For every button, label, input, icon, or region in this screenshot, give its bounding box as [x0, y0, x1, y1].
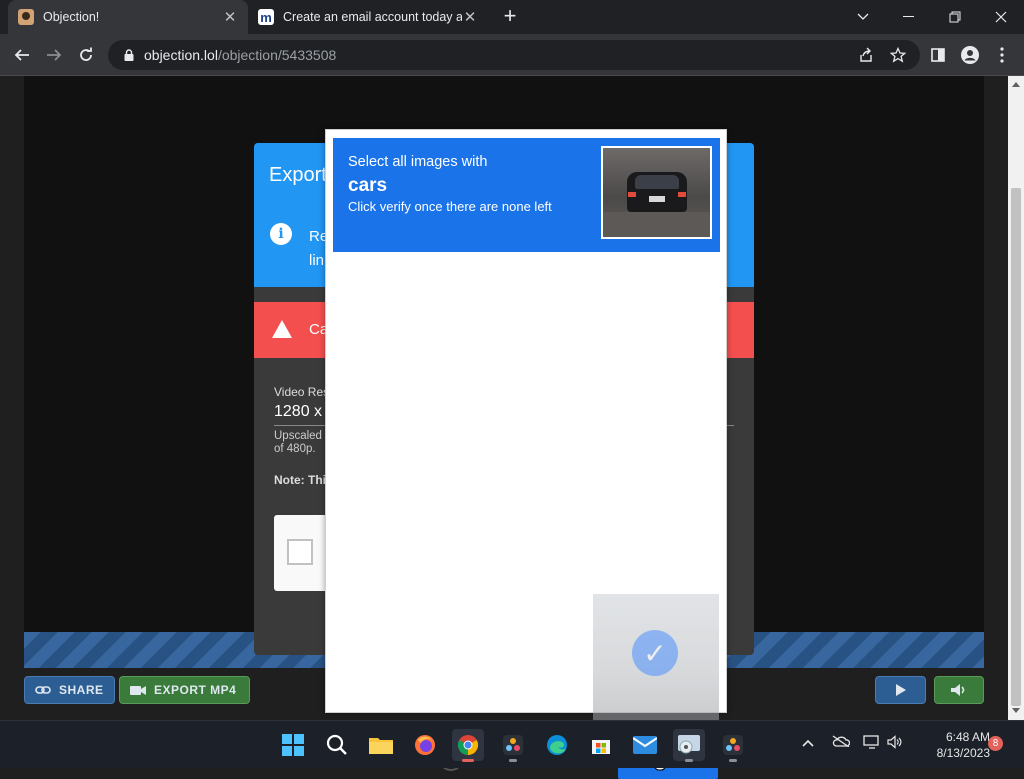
microsoft-store-icon[interactable]: [585, 729, 617, 761]
browser-menu-icon[interactable]: [988, 41, 1016, 69]
running-app-indicator: [509, 759, 517, 762]
restore-button[interactable]: [932, 0, 978, 34]
page-scrollbar[interactable]: [1008, 76, 1024, 720]
minimize-button[interactable]: [886, 0, 932, 34]
export-note: Note: Thi: [274, 473, 326, 487]
share-label: SHARE: [59, 683, 104, 697]
play-icon: [895, 684, 906, 696]
page-content: SHARE EXPORT MP4 Export i Re lin r Ca Vi…: [0, 76, 1008, 779]
tab-objection[interactable]: Objection! ✕: [8, 0, 248, 34]
url-path: /objection/5433508: [217, 47, 337, 63]
windows-start-icon[interactable]: [277, 729, 309, 761]
share-button[interactable]: SHARE: [24, 676, 115, 704]
firefox-icon[interactable]: [409, 729, 441, 761]
captcha-sample-image: [601, 146, 712, 239]
scrollbar-thumb[interactable]: [1011, 188, 1021, 706]
export-mp4-button[interactable]: EXPORT MP4: [119, 676, 250, 704]
tab-search-chevron-icon[interactable]: [840, 0, 886, 34]
tab-title: Objection!: [43, 10, 100, 24]
sample-car-light: [678, 192, 686, 197]
volume-icon[interactable]: [887, 735, 903, 752]
volume-button[interactable]: [934, 676, 984, 704]
url-host: objection.lol: [144, 47, 218, 63]
davinci-resolve-2-icon[interactable]: [717, 729, 749, 762]
search-icon[interactable]: [321, 729, 353, 761]
scroll-up-arrow-icon[interactable]: [1012, 82, 1020, 87]
share-page-icon[interactable]: [852, 41, 880, 69]
profile-avatar-icon[interactable]: [956, 41, 984, 69]
speaker-icon: [951, 684, 965, 696]
new-tab-button[interactable]: +: [498, 5, 522, 29]
recaptcha-checkbox[interactable]: [287, 539, 313, 565]
tab-email-account[interactable]: m Create an email account today at ✕: [248, 0, 488, 34]
mail-icon[interactable]: [629, 729, 661, 761]
sample-car-light: [628, 192, 636, 197]
running-app-indicator: [729, 759, 737, 762]
captcha-target: cars: [348, 175, 388, 196]
tray-overflow-chevron-icon[interactable]: [802, 735, 814, 750]
info-icon: i: [270, 223, 292, 245]
chrome-icon[interactable]: [452, 729, 484, 762]
close-window-button[interactable]: [978, 0, 1024, 34]
captcha-subinstruction: Click verify once there are none left: [348, 199, 552, 214]
back-button[interactable]: [8, 41, 36, 69]
davinci-resolve-icon[interactable]: [497, 729, 529, 762]
resolution-label: Video Res: [274, 385, 330, 399]
objection-favicon-icon: [18, 9, 34, 25]
onedrive-offline-icon[interactable]: [832, 735, 851, 750]
sample-car-window: [635, 175, 679, 189]
captcha-challenge: Select all images with cars Click verify…: [325, 129, 727, 779]
bookmark-star-icon[interactable]: [884, 41, 912, 69]
export-label: EXPORT MP4: [154, 683, 237, 697]
clock-date: 8/13/2023: [936, 746, 990, 760]
address-bar[interactable]: objection.lol/objection/5433508: [108, 40, 920, 70]
warning-icon: [272, 320, 292, 338]
windows-taskbar: 6:48 AM 8/13/2023: [0, 720, 1024, 768]
scroll-down-arrow-icon[interactable]: [1012, 708, 1020, 713]
network-icon[interactable]: [863, 735, 881, 752]
tab-close-icon[interactable]: ✕: [462, 8, 478, 26]
active-app-indicator: [462, 759, 474, 762]
media-app-icon[interactable]: [673, 729, 705, 762]
tab-title: Create an email account today at: [283, 10, 462, 24]
video-camera-icon: [130, 685, 146, 695]
resolution-select[interactable]: 1280 x: [274, 403, 322, 421]
checkmark-icon: ✓: [632, 630, 678, 676]
taskbar-clock[interactable]: 6:48 AM 8/13/2023: [916, 729, 990, 761]
link-icon: [35, 686, 51, 694]
browser-tab-bar: Objection! ✕ m Create an email account t…: [0, 0, 1024, 34]
notification-badge[interactable]: 8: [988, 736, 1003, 751]
captcha-header: Select all images with cars Click verify…: [333, 138, 720, 252]
sample-car-plate: [649, 196, 665, 202]
tab-close-icon[interactable]: ✕: [222, 8, 238, 26]
play-button[interactable]: [875, 676, 926, 704]
mail-favicon-icon: m: [258, 9, 274, 25]
browser-toolbar: objection.lol/objection/5433508: [0, 34, 1024, 76]
export-modal-title: Export: [269, 164, 327, 186]
edge-icon[interactable]: [541, 729, 573, 761]
running-app-indicator: [685, 759, 693, 762]
reload-button[interactable]: [72, 41, 100, 69]
captcha-instruction: Select all images with: [348, 154, 488, 170]
sample-road: [603, 212, 710, 237]
lock-icon: [124, 48, 134, 61]
file-explorer-icon[interactable]: [365, 729, 397, 761]
clock-time: 6:48 AM: [945, 730, 990, 744]
side-panel-icon[interactable]: [924, 41, 952, 69]
forward-button[interactable]: [40, 41, 68, 69]
